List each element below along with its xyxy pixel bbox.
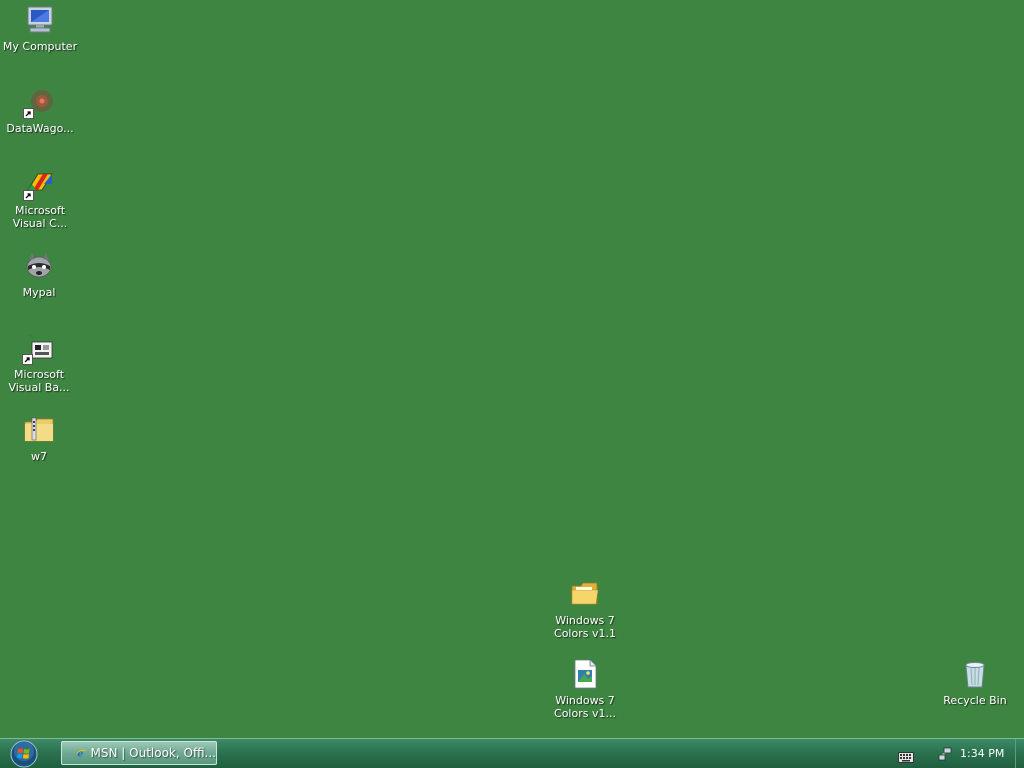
mypal-browser-icon [22, 249, 56, 283]
clock[interactable]: 1:34 PM [960, 747, 1004, 760]
desktop-icon-my-computer[interactable]: My Computer [0, 3, 80, 53]
folder-icon [568, 577, 602, 611]
show-desktop-edge[interactable] [1015, 739, 1024, 768]
desktop: My Computer DataWago... Microsoft Visual… [0, 0, 1024, 738]
network-icon[interactable] [938, 746, 952, 765]
desktop-icon-visual-basic[interactable]: Microsoft Visual Ba... [0, 331, 79, 394]
desktop-icon-windows7-colors-folder[interactable]: Windows 7 Colors v1.1 [545, 577, 625, 640]
windows-orb-icon [10, 740, 38, 768]
desktop-icon-label: My Computer [2, 40, 78, 53]
recycle-bin-icon [958, 657, 992, 691]
visual-cpp-icon [23, 167, 57, 201]
computer-icon [23, 3, 57, 37]
desktop-icon-datawagon[interactable]: DataWago... [0, 85, 80, 135]
shortcut-arrow-icon [22, 354, 33, 365]
keyboard-icon[interactable] [898, 748, 914, 767]
document-icon [568, 657, 602, 691]
desktop-icon-label: Windows 7 Colors v1.1 [554, 614, 616, 640]
shortcut-arrow-icon [23, 190, 34, 201]
internet-explorer-icon: e [76, 748, 87, 759]
desktop-icon-label: Windows 7 Colors v1... [554, 694, 616, 720]
desktop-icon-label: Microsoft Visual Ba... [8, 368, 70, 394]
desktop-icon-label: Microsoft Visual C... [12, 204, 68, 230]
notification-area: 1:34 PM [888, 739, 1024, 768]
desktop-icon-label: Recycle Bin [943, 694, 1007, 707]
desktop-icon-label: DataWago... [6, 122, 74, 135]
datawagon-icon [23, 85, 57, 119]
taskbar-button-msn[interactable]: e MSN | Outlook, Offi... [61, 741, 217, 765]
desktop-icon-label: w7 [31, 450, 47, 463]
desktop-icon-recycle-bin[interactable]: Recycle Bin [935, 657, 1015, 707]
desktop-icon-label: Mypal [22, 286, 56, 299]
desktop-icon-mypal[interactable]: Mypal [0, 249, 79, 299]
shortcut-arrow-icon [23, 108, 34, 119]
desktop-icon-visual-cpp[interactable]: Microsoft Visual C... [0, 167, 80, 230]
desktop-icon-w7[interactable]: w7 [0, 413, 79, 463]
desktop-icon-windows7-colors-file[interactable]: Windows 7 Colors v1... [545, 657, 625, 720]
zip-folder-icon [22, 413, 56, 447]
taskbar: e MSN | Outlook, Offi... 1:34 PM [0, 738, 1024, 768]
taskbar-button-label: MSN | Outlook, Offi... [90, 746, 216, 760]
visual-basic-icon [22, 331, 56, 365]
start-button[interactable] [4, 740, 44, 768]
